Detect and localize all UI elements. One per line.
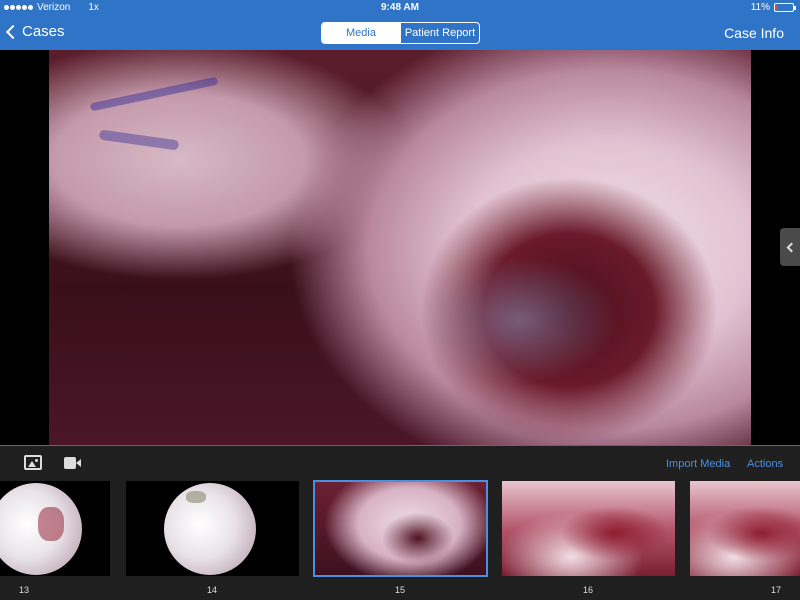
case-info-button[interactable]: Case Info [724,25,784,41]
tab-patient-report[interactable]: Patient Report [400,23,479,43]
import-media-button[interactable]: Import Media [666,458,730,470]
thumbnail-number: 15 [394,585,405,595]
segmented-control: Media Patient Report [321,22,480,44]
skin-marking [98,129,180,151]
media-thumbnail-selected[interactable] [313,480,488,577]
photo-icon[interactable] [24,455,42,470]
media-thumbnail[interactable] [690,481,800,576]
navigation-bar: Cases Media Patient Report Case Info [0,16,800,50]
media-thumbnail[interactable] [0,481,110,576]
actions-button[interactable]: Actions [747,458,783,470]
media-filmstrip-panel: Import Media Actions 13 14 15 16 17 [0,445,800,600]
video-camera-icon[interactable] [64,457,81,469]
battery-group: 11% [750,2,796,13]
thumbnail-number: 17 [770,585,781,595]
media-thumbnail[interactable] [502,481,675,576]
status-bar: Verizon 1x 9:48 AM 11% [0,0,800,16]
battery-percent: 11% [750,2,770,13]
back-button[interactable]: Cases [5,23,65,40]
back-button-label: Cases [22,23,65,40]
side-panel-handle[interactable] [780,228,800,266]
chevron-left-icon [786,242,797,252]
skin-marking [89,76,219,112]
media-thumbnail[interactable] [126,481,299,576]
battery-icon [774,3,796,12]
thumbnail-number: 16 [582,585,593,595]
tab-media[interactable]: Media [322,23,400,43]
chevron-left-icon [5,24,21,40]
clock: 9:48 AM [381,2,419,13]
thumbnail-number: 14 [206,585,217,595]
selected-media-image[interactable] [49,50,751,445]
thumbnail-number: 13 [18,585,29,595]
media-viewer [0,50,800,445]
